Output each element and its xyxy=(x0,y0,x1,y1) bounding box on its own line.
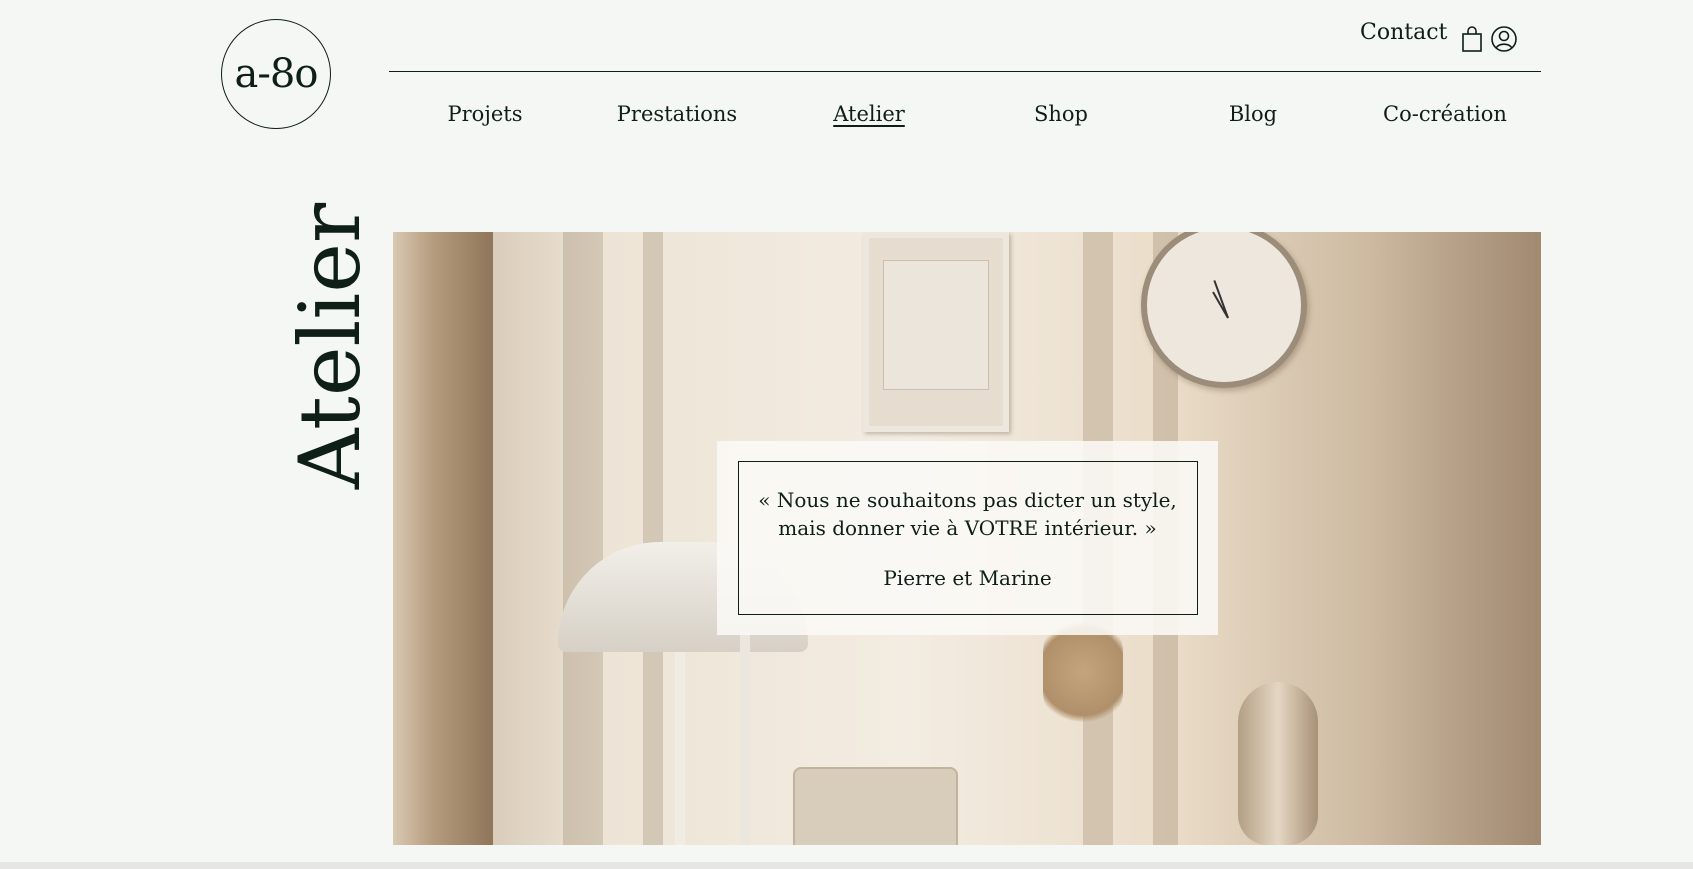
quote-line-1: « Nous ne souhaitons pas dicter un style… xyxy=(758,488,1177,512)
page-title-text: Atelier xyxy=(281,202,379,490)
radio-object xyxy=(793,767,958,845)
window-shadow xyxy=(643,232,663,845)
quote-line-2: mais donner vie à VOTRE intérieur. » xyxy=(778,516,1157,540)
quote-card: « Nous ne souhaitons pas dicter un style… xyxy=(717,441,1218,635)
nav-item-prestations[interactable]: Prestations xyxy=(581,98,773,130)
main-nav: Projets Prestations Atelier Shop Blog Co… xyxy=(389,98,1541,130)
nav-item-atelier[interactable]: Atelier xyxy=(773,98,965,130)
vase xyxy=(1238,682,1318,845)
nav-item-projets[interactable]: Projets xyxy=(389,98,581,130)
window-shadow xyxy=(563,232,603,845)
site-logo[interactable]: a-8o xyxy=(221,19,331,129)
header-divider xyxy=(389,71,1541,72)
contact-link[interactable]: Contact xyxy=(1360,20,1447,45)
quote-border: « Nous ne souhaitons pas dicter un style… xyxy=(737,461,1198,615)
bottom-strip xyxy=(0,862,1693,869)
wall-clock xyxy=(1141,232,1307,388)
lamp-pole xyxy=(740,632,750,845)
curtain-shape xyxy=(393,232,493,845)
wall-frame xyxy=(863,232,1009,432)
quote-author: Pierre et Marine xyxy=(883,566,1052,590)
shopping-bag-icon[interactable] xyxy=(1461,25,1483,53)
nav-item-shop[interactable]: Shop xyxy=(965,98,1157,130)
nav-item-co-creation[interactable]: Co-création xyxy=(1349,98,1541,130)
page-title: Atelier xyxy=(281,203,379,489)
user-icon[interactable] xyxy=(1490,25,1518,53)
nav-item-blog[interactable]: Blog xyxy=(1157,98,1349,130)
lamp-pole xyxy=(675,652,685,845)
